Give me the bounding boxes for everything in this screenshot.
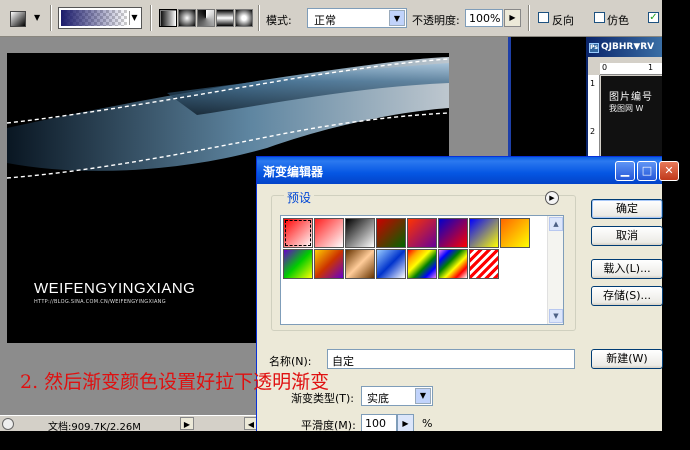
preset-swatch[interactable] (500, 218, 530, 248)
presets-label: 预设 (284, 189, 315, 206)
preset-swatch[interactable] (283, 218, 313, 248)
preset-swatch[interactable] (469, 249, 499, 279)
cancel-button[interactable]: 取消 (591, 226, 663, 246)
preset-swatch[interactable] (407, 218, 437, 248)
gradient-preview (61, 10, 127, 26)
ruler-tick-label: 0 (602, 63, 608, 72)
chevron-down-icon[interactable]: ▼ (129, 11, 139, 25)
vertical-ruler: 1 2 (588, 75, 600, 157)
opacity-slider-button[interactable]: ▶ (504, 9, 521, 27)
status-menu-arrow[interactable]: ▶ (180, 417, 194, 430)
divider (528, 5, 530, 31)
transparency-checkbox[interactable]: ✓ (648, 12, 659, 23)
preset-swatch[interactable] (345, 218, 375, 248)
screen-border-right (662, 0, 690, 450)
preset-swatch[interactable] (438, 249, 468, 279)
preset-swatch[interactable] (407, 249, 437, 279)
presets-scrollbar[interactable]: ▲ ▼ (547, 216, 563, 324)
diamond-gradient-button[interactable] (235, 9, 253, 27)
image-caption-line2: 我图网 W (609, 104, 644, 113)
photoshop-icon: Ps (589, 43, 599, 53)
presets-list: ▲ ▼ (280, 215, 564, 325)
preset-swatch[interactable] (314, 249, 344, 279)
opacity-label: 不透明度: (412, 14, 460, 27)
dialog-title: 渐变编辑器 (263, 165, 324, 179)
gradient-type-value: 实底 (367, 392, 389, 405)
name-input[interactable]: 自定 (327, 349, 575, 369)
second-document-title-text: QJBHR▼RV (601, 42, 655, 52)
gradient-tool-icon (10, 11, 26, 27)
mode-select[interactable]: 正常 ▼ (307, 8, 407, 28)
divider (50, 5, 52, 31)
horizontal-ruler: 0 1 (600, 63, 662, 75)
chevron-down-icon[interactable]: ▼ (389, 10, 405, 26)
preset-swatch[interactable] (283, 249, 313, 279)
opacity-value: 100% (469, 12, 501, 25)
preset-swatch[interactable] (438, 218, 468, 248)
presets-menu-icon[interactable]: ▶ (545, 191, 559, 205)
scroll-down-arrow[interactable]: ▼ (549, 309, 563, 323)
minimize-icon[interactable]: ▁ (615, 161, 635, 181)
ok-button[interactable]: 确定 (591, 199, 663, 219)
reflected-gradient-button[interactable] (216, 9, 234, 27)
gradient-type-buttons (159, 9, 253, 27)
watermark-title: WEIFENGYINGXIANG (34, 280, 196, 297)
radial-gradient-button[interactable] (178, 9, 196, 27)
name-value: 自定 (332, 355, 354, 368)
ruler-tick-label: 1 (648, 63, 654, 72)
opacity-input[interactable]: 100% (465, 9, 503, 27)
watermark-url: HTTP://BLOG.SINA.COM.CN/WEIFENGYINGXIANG (34, 299, 166, 305)
screen-border-bottom (0, 431, 690, 450)
zoom-icon[interactable] (2, 418, 14, 430)
second-document-title[interactable]: Ps QJBHR▼RV (586, 37, 662, 57)
gradient-type-select[interactable]: 实底 ▼ (361, 386, 433, 406)
preset-swatch[interactable] (376, 249, 406, 279)
options-bar: ▼ ▼ 模式: 正常 ▼ 不透明度: 100% ▶ 反向 仿色 ✓ (0, 0, 662, 37)
second-document-canvas[interactable]: 图片编号 我图网 W (601, 76, 662, 157)
image-caption-line1: 图片编号 (609, 92, 653, 103)
smoothness-unit: % (422, 417, 433, 430)
dither-label: 仿色 (607, 14, 629, 27)
second-document-window[interactable]: Ps QJBHR▼RV 0 1 1 2 图片编号 我图网 W (586, 37, 662, 157)
status-bar: 文档:909.7K/2.26M ▶ ◀ (0, 415, 260, 433)
dialog-title-bar[interactable]: 渐变编辑器 ▁ □ ✕ (257, 157, 679, 184)
linear-gradient-button[interactable] (159, 9, 177, 27)
preset-swatches (283, 218, 547, 279)
tool-preset-picker[interactable]: ▼ (4, 8, 44, 30)
dither-checkbox[interactable] (594, 12, 605, 23)
second-document-body: 0 1 1 2 图片编号 我图网 W (588, 57, 662, 157)
divider (150, 5, 152, 31)
new-button[interactable]: 新建(W) (591, 349, 663, 369)
angle-gradient-button[interactable] (197, 9, 215, 27)
preset-swatch[interactable] (345, 249, 375, 279)
ruler-tick-label: 1 (590, 79, 596, 88)
ruler-tick-label: 2 (590, 127, 596, 136)
chevron-down-icon[interactable]: ▼ (415, 388, 431, 404)
preset-swatch[interactable] (469, 218, 499, 248)
preset-swatch[interactable] (376, 218, 406, 248)
mode-label: 模式: (266, 14, 292, 27)
close-icon[interactable]: ✕ (659, 161, 679, 181)
mode-value: 正常 (314, 14, 336, 27)
preset-swatch[interactable] (314, 218, 344, 248)
tutorial-annotation: 2. 然后渐变颜色设置好拉下透明渐变 (20, 371, 330, 393)
reverse-checkbox[interactable] (538, 12, 549, 23)
divider (258, 5, 260, 31)
gradient-picker[interactable]: ▼ (58, 7, 142, 29)
load-button[interactable]: 载入(L)... (591, 259, 663, 279)
maximize-icon[interactable]: □ (637, 161, 657, 181)
presets-group: 预设 ▶ ▲ ▼ (271, 189, 576, 331)
smoothness-value: 100 (365, 417, 386, 430)
chevron-down-icon: ▼ (34, 13, 41, 22)
reverse-label: 反向 (552, 14, 574, 27)
scroll-up-arrow[interactable]: ▲ (549, 217, 563, 231)
save-button[interactable]: 存储(S)... (591, 286, 663, 306)
